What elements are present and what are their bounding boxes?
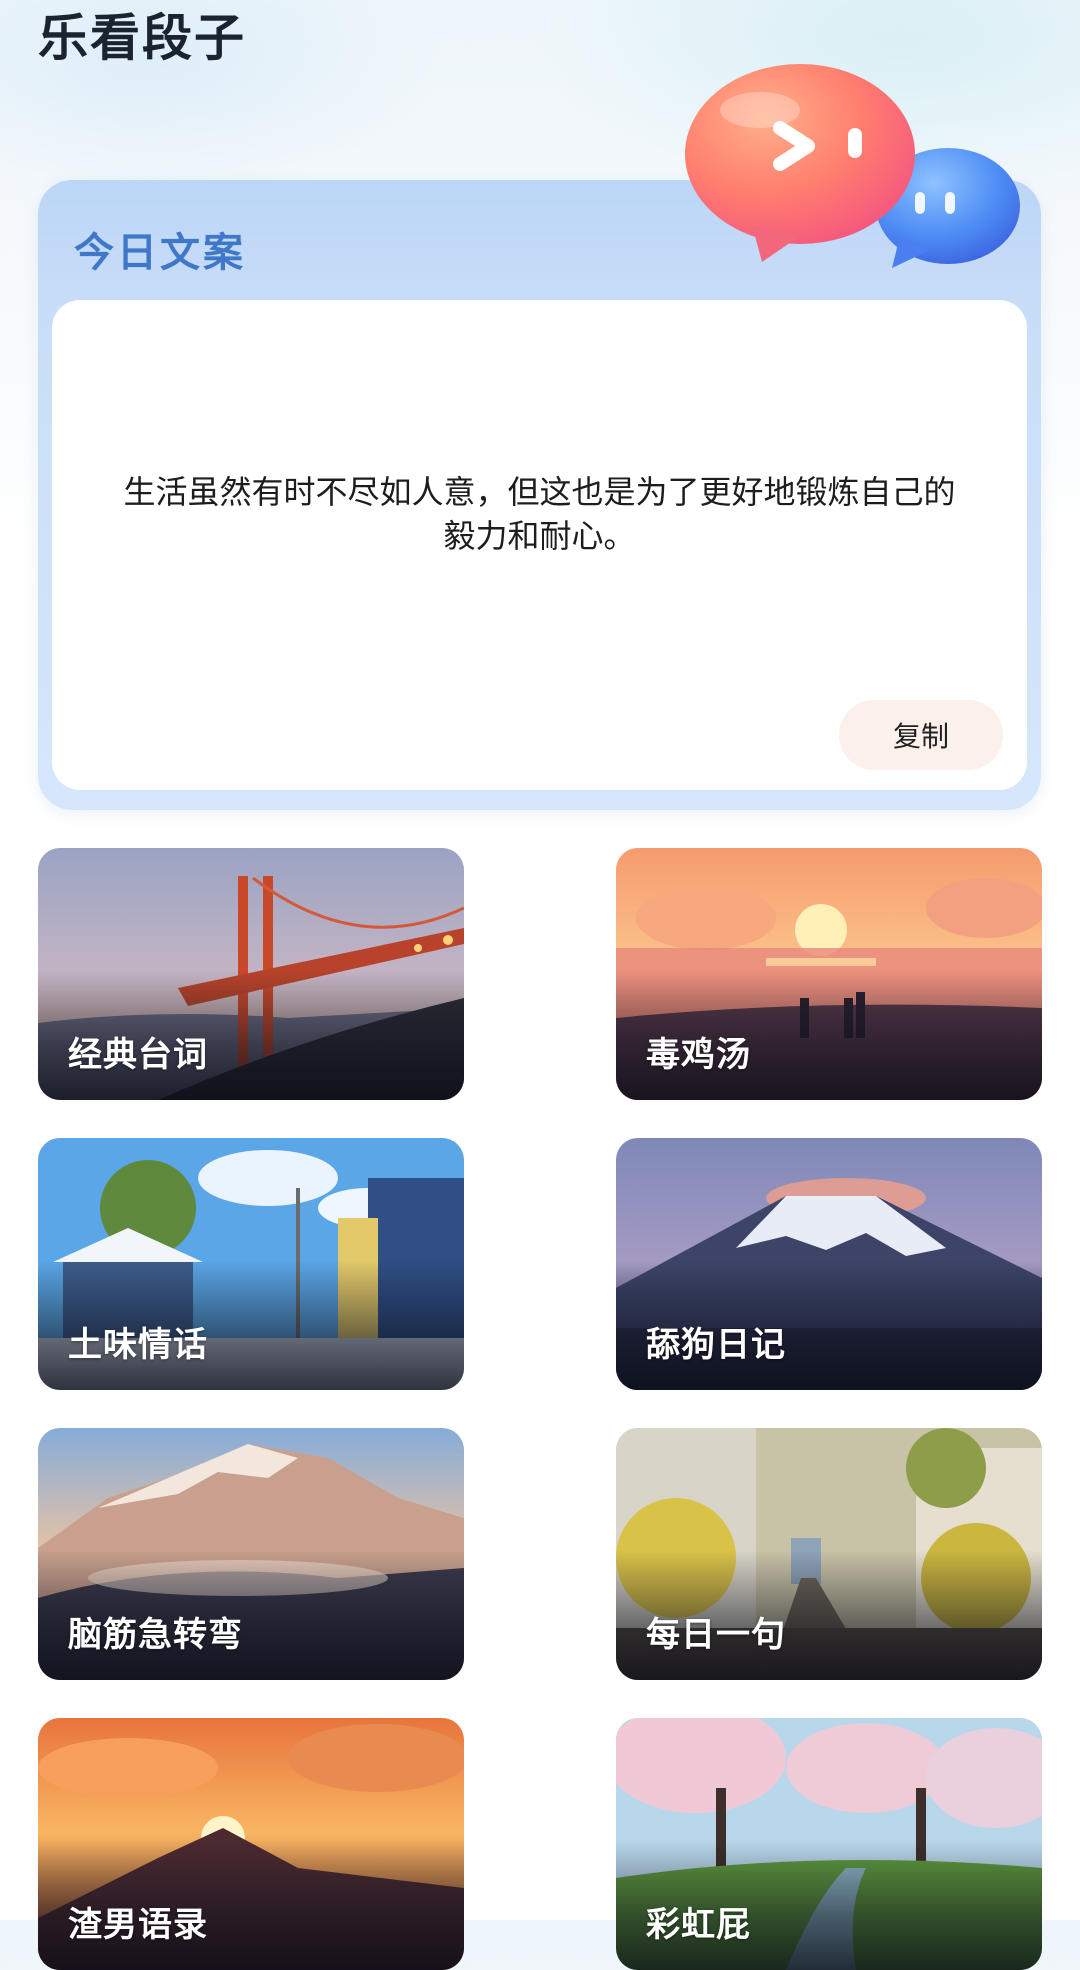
category-label: 彩虹屁: [646, 1905, 751, 1945]
daily-quote-card: 今日文案 生活虽然有时不尽如人意，但这也是为了更好地锻炼自己的毅力和耐心。 复制: [38, 180, 1041, 810]
category-card-flattery[interactable]: 彩虹屁: [616, 1718, 1042, 1970]
daily-quote-panel: 生活虽然有时不尽如人意，但这也是为了更好地锻炼自己的毅力和耐心。 复制: [52, 300, 1027, 790]
category-label: 每日一句: [646, 1615, 786, 1655]
category-label: 经典台词: [68, 1035, 208, 1075]
category-card-simp-diary[interactable]: 舔狗日记: [616, 1138, 1042, 1390]
category-label: 舔狗日记: [646, 1325, 786, 1365]
category-label: 渣男语录: [68, 1905, 208, 1945]
app-title: 乐看段子: [38, 9, 246, 67]
category-card-daily-sentence[interactable]: 每日一句: [616, 1428, 1042, 1680]
category-label: 脑筋急转弯: [68, 1615, 243, 1655]
category-card-classic-lines[interactable]: 经典台词: [38, 848, 464, 1100]
copy-button[interactable]: 复制: [839, 700, 1003, 770]
category-card-cheesy-lines[interactable]: 土味情话: [38, 1138, 464, 1390]
category-label: 毒鸡汤: [646, 1035, 751, 1075]
category-card-jerk-quotes[interactable]: 渣男语录: [38, 1718, 464, 1970]
category-card-brain-teaser[interactable]: 脑筋急转弯: [38, 1428, 464, 1680]
daily-quote-text: 生活虽然有时不尽如人意，但这也是为了更好地锻炼自己的毅力和耐心。: [123, 473, 956, 555]
category-label: 土味情话: [68, 1325, 208, 1365]
daily-quote-title: 今日文案: [74, 230, 246, 276]
category-card-chicken-soup[interactable]: 毒鸡汤: [616, 848, 1042, 1100]
